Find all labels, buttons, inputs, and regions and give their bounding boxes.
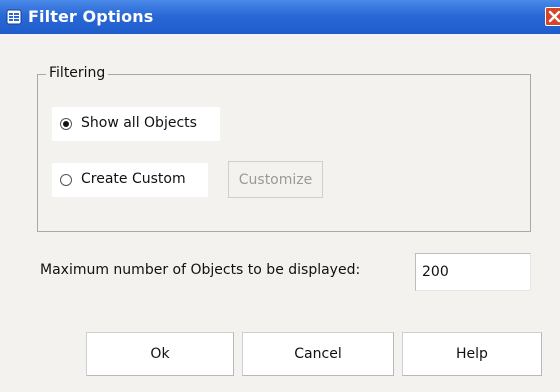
show-all-objects-radio[interactable]: Show all Objects bbox=[52, 107, 220, 141]
create-custom-label: Create Custom bbox=[81, 171, 186, 187]
window-title: Filter Options bbox=[28, 7, 154, 26]
customize-button[interactable]: Customize bbox=[228, 161, 323, 198]
radio-checked-icon bbox=[60, 118, 72, 130]
help-button[interactable]: Help bbox=[402, 332, 542, 376]
dialog-icon bbox=[6, 9, 22, 25]
filtering-group-label: Filtering bbox=[46, 65, 109, 81]
close-icon bbox=[548, 10, 560, 23]
show-all-objects-label: Show all Objects bbox=[81, 115, 197, 131]
create-custom-radio[interactable]: Create Custom bbox=[52, 163, 208, 197]
close-button[interactable] bbox=[545, 7, 560, 26]
cancel-button[interactable]: Cancel bbox=[242, 332, 394, 376]
max-objects-label: Maximum number of Objects to be displaye… bbox=[40, 262, 361, 278]
ok-button[interactable]: Ok bbox=[86, 332, 234, 376]
filtering-group bbox=[37, 74, 531, 232]
max-objects-input[interactable] bbox=[415, 253, 531, 291]
title-bar[interactable]: Filter Options bbox=[0, 0, 560, 34]
radio-unchecked-icon bbox=[60, 174, 72, 186]
